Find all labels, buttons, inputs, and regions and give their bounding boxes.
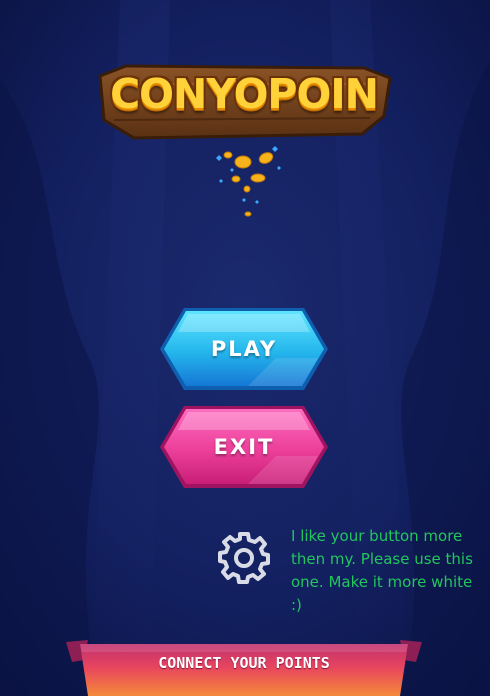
connect-points-label: CONNECT YOUR POINTS xyxy=(158,654,330,672)
exit-button-label: EXIT xyxy=(213,435,275,459)
coin-burst-icon xyxy=(216,146,281,217)
gear-icon[interactable] xyxy=(216,529,272,585)
play-button[interactable]: PLAY xyxy=(158,306,330,392)
exit-button[interactable]: EXIT xyxy=(158,404,330,490)
play-button-label: PLAY xyxy=(210,337,278,361)
game-title: CONYOPOIN xyxy=(110,70,379,118)
game-logo: CONYOPOIN xyxy=(94,54,394,149)
feedback-note: I like your button more then my. Please … xyxy=(291,527,473,614)
connect-points-button[interactable]: CONNECT YOUR POINTS xyxy=(66,638,422,696)
